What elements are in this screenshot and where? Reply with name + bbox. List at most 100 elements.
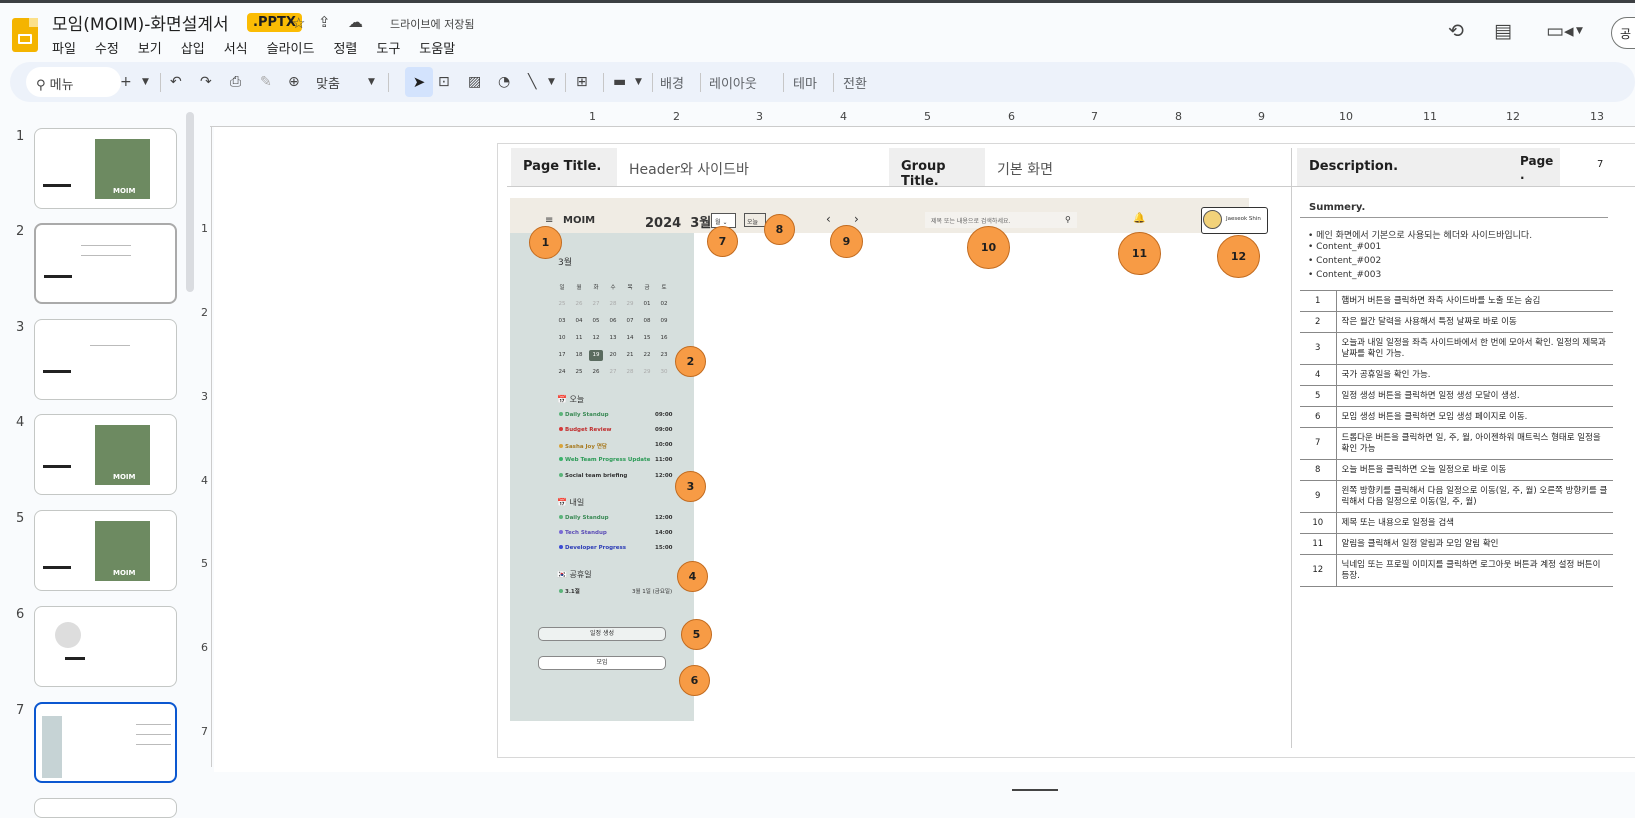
calendar-day[interactable]: 10 <box>555 335 569 341</box>
new-slide-icon[interactable]: + <box>120 62 132 102</box>
text-box-icon[interactable]: ⊡ <box>438 62 450 102</box>
background-button[interactable]: 배경 <box>660 73 684 92</box>
theme-button[interactable]: 테마 <box>793 73 817 92</box>
document-title[interactable]: 모임(MOIM)-화면설계서 <box>52 10 229 35</box>
today-button[interactable]: 오늘 <box>744 213 766 227</box>
slides-logo-icon[interactable] <box>12 18 38 52</box>
calendar-day[interactable]: 22 <box>640 352 654 358</box>
calendar-day[interactable]: 26 <box>572 301 586 307</box>
event-item[interactable]: Developer Progress <box>559 545 626 551</box>
prev-arrow-icon[interactable]: ‹ <box>826 212 831 226</box>
calendar-day[interactable]: 20 <box>606 352 620 358</box>
event-item[interactable]: Social team briefing <box>559 473 627 479</box>
calendar-day[interactable]: 25 <box>555 301 569 307</box>
slide-thumbnail-2[interactable] <box>34 223 177 304</box>
calendar-day[interactable]: 05 <box>589 318 603 324</box>
calendar-day[interactable]: 27 <box>589 301 603 307</box>
shape-icon[interactable]: ◔ <box>498 62 510 102</box>
input-tools-dropdown-icon[interactable]: ▼ <box>635 62 642 102</box>
create-event-button[interactable]: 일정 생성 <box>538 627 666 641</box>
meet-dropdown-icon[interactable]: ▼ <box>1576 26 1583 36</box>
calendar-day[interactable]: 01 <box>640 301 654 307</box>
slide-thumbnail-3[interactable] <box>34 319 177 400</box>
undo-icon[interactable]: ↶ <box>170 62 182 102</box>
calendar-day-today[interactable]: 19 <box>589 350 603 361</box>
calendar-day[interactable]: 21 <box>623 352 637 358</box>
menu-search[interactable]: ⚲ 메뉴 <box>26 67 121 97</box>
calendar-day[interactable]: 09 <box>657 318 671 324</box>
calendar-day[interactable]: 16 <box>657 335 671 341</box>
menu-format[interactable]: 서식 <box>224 38 257 57</box>
speaker-notes-handle[interactable] <box>1012 789 1058 791</box>
print-icon[interactable]: ⎙ <box>230 62 241 102</box>
comment-add-icon[interactable]: ⊞ <box>576 62 588 102</box>
calendar-day[interactable]: 03 <box>555 318 569 324</box>
app-search-icon[interactable]: ⚲ <box>1065 215 1071 224</box>
select-cursor-icon[interactable]: ➤ <box>405 67 433 97</box>
hamburger-icon[interactable]: ≡ <box>545 215 553 226</box>
calendar-day[interactable]: 04 <box>572 318 586 324</box>
calendar-day[interactable]: 08 <box>640 318 654 324</box>
paint-format-icon[interactable]: ✎ <box>260 62 272 102</box>
calendar-day[interactable]: 27 <box>606 369 620 375</box>
calendar-day[interactable]: 25 <box>572 369 586 375</box>
calendar-day[interactable]: 23 <box>657 352 671 358</box>
event-item[interactable]: Daily Standup <box>559 515 609 521</box>
event-item[interactable]: Web Team Progress Update <box>559 457 650 463</box>
zoom-icon[interactable]: ⊕ <box>288 62 300 102</box>
zoom-select[interactable]: 맞춤 <box>316 62 340 102</box>
calendar-day[interactable]: 28 <box>606 301 620 307</box>
calendar-day[interactable]: 06 <box>606 318 620 324</box>
calendar-day[interactable]: 13 <box>606 335 620 341</box>
menu-edit[interactable]: 수정 <box>95 38 128 57</box>
calendar-day[interactable]: 28 <box>623 369 637 375</box>
calendar-day[interactable]: 24 <box>555 369 569 375</box>
event-item[interactable]: Daily Standup <box>559 412 609 418</box>
menu-insert[interactable]: 삽입 <box>181 38 214 57</box>
calendar-day[interactable]: 17 <box>555 352 569 358</box>
calendar-day[interactable]: 30 <box>657 369 671 375</box>
create-moim-button[interactable]: 모임 <box>538 656 666 670</box>
slide-thumbnail-7[interactable] <box>34 702 177 783</box>
app-search-input[interactable]: 제목 또는 내용으로 검색하세요. <box>925 212 1077 228</box>
input-tools-icon[interactable]: ▬ <box>613 62 626 102</box>
menu-slide[interactable]: 슬라이드 <box>267 38 324 57</box>
avatar[interactable] <box>1203 210 1222 229</box>
calendar-day[interactable]: 29 <box>623 301 637 307</box>
menu-arrange[interactable]: 정렬 <box>333 38 366 57</box>
slide-thumbnail-5[interactable]: MOIM <box>34 510 177 591</box>
slide-thumbnail-1[interactable]: MOIM <box>34 128 177 209</box>
move-to-drive-icon[interactable]: ⇪ <box>318 13 331 31</box>
line-icon[interactable]: ╲ <box>528 62 536 102</box>
zoom-dropdown-icon[interactable]: ▼ <box>368 62 375 102</box>
menu-help[interactable]: 도움말 <box>419 38 464 57</box>
calendar-day[interactable]: 26 <box>589 369 603 375</box>
next-arrow-icon[interactable]: › <box>854 212 859 226</box>
slide-thumbnail-4[interactable]: MOIM <box>34 414 177 495</box>
line-dropdown-icon[interactable]: ▼ <box>548 62 555 102</box>
event-item[interactable]: Tech Standup <box>559 530 607 536</box>
layout-button[interactable]: 레이아웃 <box>709 73 757 92</box>
bell-icon[interactable]: 🔔 <box>1133 213 1145 224</box>
transition-button[interactable]: 전환 <box>843 73 867 92</box>
calendar-day[interactable]: 14 <box>623 335 637 341</box>
holiday-item[interactable]: 3.1절 <box>559 587 580 595</box>
comments-icon[interactable]: ▤ <box>1494 20 1512 42</box>
calendar-day[interactable]: 15 <box>640 335 654 341</box>
star-icon[interactable]: ☆ <box>292 14 305 32</box>
calendar-day[interactable]: 02 <box>657 301 671 307</box>
calendar-day[interactable]: 11 <box>572 335 586 341</box>
meet-icon[interactable]: ▭◂ <box>1546 20 1574 42</box>
calendar-day[interactable]: 07 <box>623 318 637 324</box>
menu-file[interactable]: 파일 <box>52 38 85 57</box>
redo-icon[interactable]: ↷ <box>200 62 212 102</box>
calendar-day[interactable]: 18 <box>572 352 586 358</box>
calendar-day[interactable]: 29 <box>640 369 654 375</box>
filmstrip-scrollbar[interactable] <box>186 112 194 292</box>
event-item[interactable]: Sasha Joy 면담 <box>559 442 607 450</box>
app-logo[interactable]: MOIM <box>563 215 595 226</box>
new-slide-dropdown-icon[interactable]: ▼ <box>142 62 149 102</box>
share-button[interactable]: 공 <box>1611 17 1635 49</box>
image-icon[interactable]: ▨ <box>468 62 481 102</box>
menu-view[interactable]: 보기 <box>138 38 171 57</box>
